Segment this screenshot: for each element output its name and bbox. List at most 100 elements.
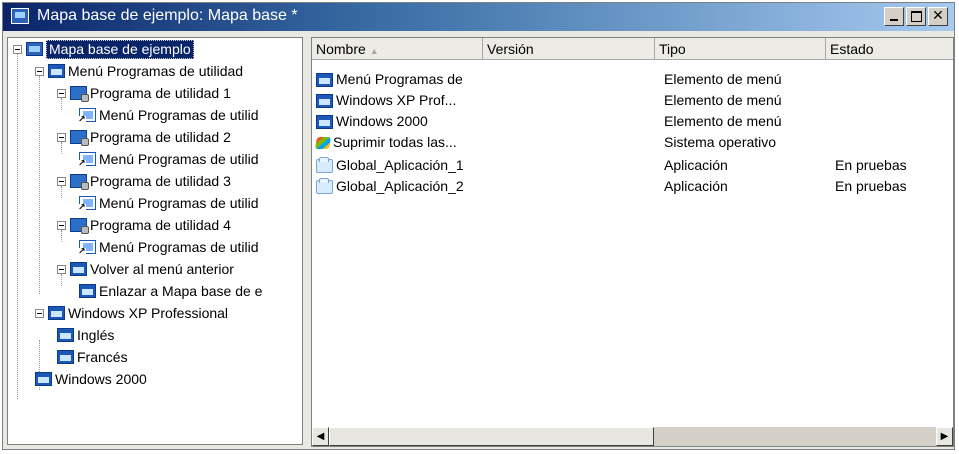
tree-item-label: Menú Programas de utilidad: [68, 63, 244, 79]
menu-icon: [35, 372, 52, 386]
tree-item-label: Menú Programas de utilid: [99, 239, 259, 255]
tree-item-program-3[interactable]: Programa de utilidad 3: [57, 170, 231, 192]
horizontal-scrollbar[interactable]: ◀ ▶: [312, 427, 953, 446]
collapse-icon[interactable]: [57, 88, 66, 98]
list-row[interactable]: Global_Aplicación_1 Aplicación En prueba…: [312, 155, 953, 176]
row-name: Suprimir todas las...: [333, 134, 457, 150]
row-name: Menú Programas de: [336, 71, 463, 87]
collapse-icon[interactable]: [13, 44, 22, 54]
program-icon: [70, 86, 89, 102]
row-status: En pruebas: [835, 157, 907, 173]
column-header-status[interactable]: Estado: [826, 38, 953, 60]
window-title: Mapa base de ejemplo: Mapa base *: [37, 7, 298, 24]
scroll-thumb[interactable]: [329, 427, 654, 446]
column-header-version[interactable]: Versión: [483, 38, 655, 60]
row-status: En pruebas: [835, 178, 907, 194]
tree-connector: [39, 76, 40, 294]
tree-item-shortcut[interactable]: Menú Programas de utilid: [78, 192, 259, 214]
tree-item-label: Volver al menú anterior: [90, 261, 234, 277]
tree-item-label: Programa de utilidad 2: [90, 129, 231, 145]
tree-item-label: Programa de utilidad 3: [90, 173, 231, 189]
tree-item-label: Inglés: [77, 327, 115, 343]
menu-icon: [70, 262, 87, 276]
window-app-icon: [11, 8, 29, 24]
tree-item-shortcut[interactable]: Menú Programas de utilid: [78, 236, 259, 258]
tree-item-label: Menú Programas de utilid: [99, 151, 259, 167]
list-row[interactable]: Windows XP Prof... Elemento de menú: [312, 90, 953, 111]
row-type: Aplicación: [664, 157, 728, 173]
row-type: Elemento de menú: [664, 113, 782, 129]
close-button[interactable]: ✕: [928, 7, 948, 26]
row-name: Global_Aplicación_2: [336, 178, 464, 194]
tree-item-label: Mapa base de ejemplo: [46, 39, 194, 59]
collapse-icon[interactable]: [57, 220, 66, 230]
program-icon: [70, 218, 89, 234]
tree-item-link-map[interactable]: Enlazar a Mapa base de e: [79, 280, 262, 302]
list-row[interactable]: Menú Programas de Elemento de menú: [312, 69, 953, 90]
menu-icon: [57, 328, 74, 342]
tree-item-shortcut[interactable]: Menú Programas de utilid: [78, 148, 259, 170]
main-window: Mapa base de ejemplo: Mapa base * ✕ Mapa…: [2, 2, 955, 450]
tree-item-label: Windows 2000: [55, 371, 147, 387]
shortcut-icon: [78, 196, 96, 213]
tree-item-root[interactable]: Mapa base de ejemplo: [13, 38, 194, 60]
tree-item-back-menu[interactable]: Volver al menú anterior: [57, 258, 234, 280]
sort-ascending-icon: ▲: [369, 46, 379, 56]
tree-item-label: Programa de utilidad 4: [90, 217, 231, 233]
column-header-label: Nombre: [316, 41, 366, 57]
tree-item-program-4[interactable]: Programa de utilidad 4: [57, 214, 231, 236]
tree-item-label: Windows XP Professional: [68, 305, 229, 321]
shortcut-icon: [78, 108, 96, 125]
scroll-right-button[interactable]: ▶: [936, 427, 953, 446]
maximize-button[interactable]: [906, 7, 926, 26]
tree-item-windows-2000[interactable]: Windows 2000: [35, 368, 147, 390]
list-header: Nombre ▲ Versión Tipo Estado: [312, 38, 953, 60]
column-header-name[interactable]: Nombre ▲: [312, 38, 483, 60]
application-icon: [316, 156, 333, 173]
application-icon: [316, 177, 333, 194]
details-list[interactable]: Nombre ▲ Versión Tipo Estado Menú Program…: [311, 37, 954, 447]
tree-item-shortcut[interactable]: Menú Programas de utilid: [78, 104, 259, 126]
collapse-icon[interactable]: [57, 132, 66, 142]
column-header-label: Estado: [830, 41, 874, 57]
tree-item-label: Enlazar a Mapa base de e: [99, 283, 263, 299]
list-row[interactable]: Global_Aplicación_2 Aplicación En prueba…: [312, 176, 953, 197]
shortcut-icon: [78, 240, 96, 257]
collapse-icon[interactable]: [35, 66, 44, 76]
row-name: Global_Aplicación_1: [336, 157, 464, 173]
menu-icon: [48, 64, 65, 78]
tree-item-label: Francés: [77, 349, 128, 365]
column-header-label: Tipo: [659, 41, 686, 57]
list-row[interactable]: Windows 2000 Elemento de menú: [312, 111, 953, 132]
menu-icon: [48, 306, 65, 320]
tree-item-label: Programa de utilidad 1: [90, 85, 231, 101]
row-type: Sistema operativo: [664, 134, 777, 150]
collapse-icon[interactable]: [57, 176, 66, 186]
menu-icon: [316, 72, 333, 87]
tree-connector: [17, 54, 18, 399]
tree-item-program-2[interactable]: Programa de utilidad 2: [57, 126, 231, 148]
map-icon: [26, 42, 43, 56]
menu-icon: [79, 284, 96, 298]
tree-item-label: Menú Programas de utilid: [99, 107, 259, 123]
collapse-icon[interactable]: [35, 308, 44, 318]
tree-pane[interactable]: Mapa base de ejemplo Menú Programas de u…: [7, 37, 303, 445]
collapse-icon[interactable]: [57, 264, 66, 274]
minimize-button[interactable]: [884, 7, 904, 26]
list-row[interactable]: Suprimir todas las... Sistema operativo: [312, 132, 953, 153]
tree-item-french[interactable]: Francés: [57, 346, 128, 368]
row-type: Aplicación: [664, 178, 728, 194]
title-bar[interactable]: Mapa base de ejemplo: Mapa base * ✕: [3, 3, 954, 31]
scroll-left-button[interactable]: ◀: [312, 427, 329, 446]
row-type: Elemento de menú: [664, 71, 782, 87]
tree-item-windows-xp[interactable]: Windows XP Professional: [35, 302, 228, 324]
row-name: Windows XP Prof...: [336, 92, 457, 108]
menu-icon: [57, 350, 74, 364]
tree-item-program-1[interactable]: Programa de utilidad 1: [57, 82, 231, 104]
tree-item-label: Menú Programas de utilid: [99, 195, 259, 211]
windows-logo-icon: [314, 136, 332, 149]
tree-item-english[interactable]: Inglés: [57, 324, 114, 346]
menu-icon: [316, 93, 333, 108]
tree-item-utilities-menu[interactable]: Menú Programas de utilidad: [35, 60, 243, 82]
column-header-type[interactable]: Tipo: [655, 38, 826, 60]
